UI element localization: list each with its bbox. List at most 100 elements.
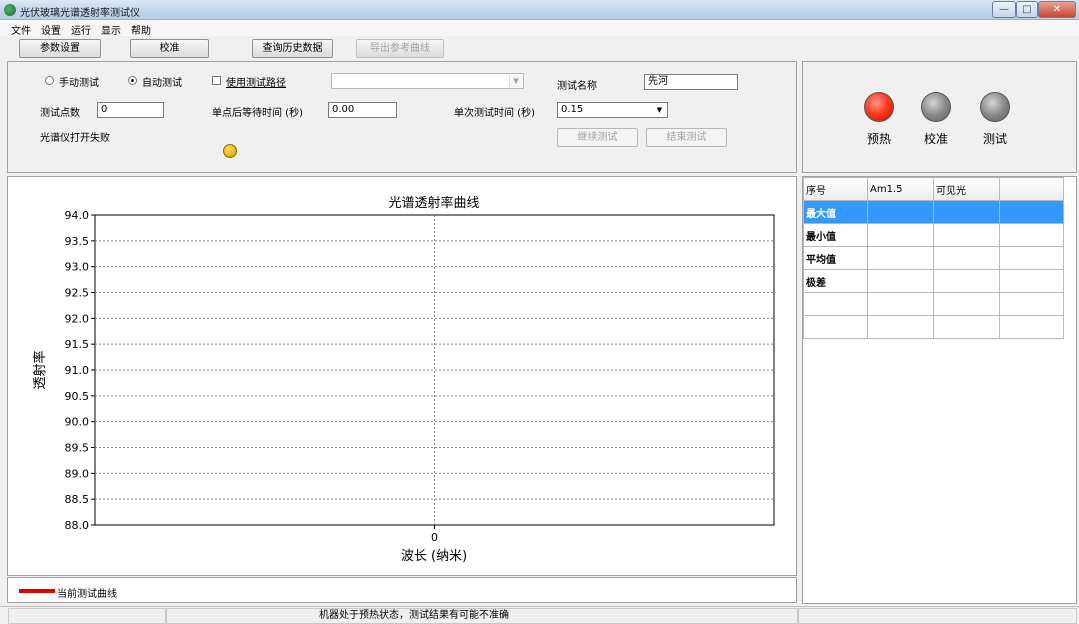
status-message-text: 机器处于预热状态，测试结果有可能不准确 [319,610,509,621]
x-axis-label: 波长 (纳米) [401,549,467,564]
end-test-button[interactable]: 结束测试 [646,128,727,147]
minimize-button[interactable]: — [992,1,1016,18]
table-cell [867,315,934,339]
points-input[interactable]: 0 [97,102,164,118]
menu-bar: 文件 设置 运行 显示 帮助 [0,20,1079,37]
chevron-down-icon: ▼ [509,75,522,87]
status-segment-left [8,608,166,624]
use-path-label: 使用测试路径 [226,78,286,89]
chart-panel: 94.0 93.5 93.0 92.5 92.0 91.5 91.0 90.5 90.0 89.5… [7,176,797,576]
menu-file[interactable]: 文件 [11,22,31,37]
status-lamp-panel: 预热 校准 测试 [802,61,1077,173]
column-header[interactable]: 序号 [803,177,868,201]
spectrometer-status-text: 光谱仪打开失败 [40,133,110,144]
statistics-table-panel: 序号 Am1.5 可见光 最大值 最小值 平均值 极差 [802,176,1077,604]
use-path-checkbox[interactable] [212,76,221,85]
single-time-select[interactable]: 0.15 ▼ [557,102,668,118]
table-cell [803,292,868,316]
y-tick-label: 93.0 [65,261,90,274]
table-cell [999,200,1064,224]
table-cell: 极差 [803,269,868,293]
maximize-button[interactable]: □ [1016,1,1038,18]
control-panel: 手动测试 自动测试 使用测试路径 ▼ 测试名称 先河 测试点数 0 单点后等待时… [7,61,797,173]
menu-settings[interactable]: 设置 [41,22,61,37]
status-message: 机器处于预热状态，测试结果有可能不准确 [166,608,798,624]
calibrate-label: 校准 [924,132,949,146]
export-curve-button[interactable]: 导出参考曲线 [356,39,444,58]
preheat-lamp-icon [864,92,894,122]
table-cell [867,292,934,316]
y-tick-label: 90.0 [65,416,90,429]
table-cell [999,292,1064,316]
table-cell [933,315,1000,339]
table-cell [999,315,1064,339]
table-row[interactable]: 平均值 [803,246,1064,270]
y-tick-label: 91.5 [65,338,90,351]
menu-display[interactable]: 显示 [101,22,121,37]
wait-time-input[interactable]: 0.00 [328,102,397,118]
statistics-table: 序号 Am1.5 可见光 最大值 最小值 平均值 极差 [803,177,1064,339]
preheat-label: 预热 [867,132,892,146]
y-tick-label: 93.5 [65,235,90,248]
test-name-label: 测试名称 [557,81,597,92]
single-time-label: 单次测试时间 (秒) [454,108,535,119]
legend-swatch [19,589,55,593]
status-indicator-light [223,144,237,158]
auto-test-radio[interactable] [128,76,137,85]
chevron-down-icon: ▼ [656,106,663,114]
auto-test-label: 自动测试 [142,78,182,89]
y-tick-label: 88.0 [65,519,90,532]
params-button[interactable]: 参数设置 [19,39,101,58]
table-cell [803,315,868,339]
y-tick-label: 92.5 [65,287,90,300]
test-lamp-icon [980,92,1010,122]
continue-test-button[interactable]: 继续测试 [557,128,638,147]
status-segment-right [798,608,1077,624]
y-tick-label: 91.0 [65,364,90,377]
table-cell [999,269,1064,293]
window-title: 光伏玻璃光谱透射率测试仪 [20,8,140,19]
transmittance-chart: 94.0 93.5 93.0 92.5 92.0 91.5 91.0 90.5 90.0 89.5… [32,195,775,564]
table-cell [999,246,1064,270]
table-row[interactable]: 极差 [803,269,1064,293]
status-bar: 机器处于预热状态，测试结果有可能不准确 [0,606,1079,624]
menu-help[interactable]: 帮助 [131,22,151,37]
y-tick-label: 92.0 [65,312,90,325]
table-cell [999,223,1064,247]
table-cell [933,200,1000,224]
table-cell [933,246,1000,270]
calibrate-lamp-icon [921,92,951,122]
points-label: 测试点数 [40,108,80,119]
column-header[interactable] [999,177,1064,201]
table-row[interactable]: 最小值 [803,223,1064,247]
close-button[interactable]: ✕ [1038,1,1076,18]
table-header-row: 序号 Am1.5 可见光 [803,177,1064,201]
table-cell [867,223,934,247]
table-row[interactable] [803,315,1064,339]
legend-bar: 当前测试曲线 [7,577,797,603]
column-header[interactable]: Am1.5 [867,177,934,201]
table-cell [933,292,1000,316]
wait-time-label: 单点后等待时间 (秒) [212,108,303,119]
app-icon [4,4,16,16]
table-row[interactable]: 最大值 [803,200,1064,224]
table-cell [933,223,1000,247]
history-button[interactable]: 查询历史数据 [252,39,333,58]
manual-test-radio[interactable] [45,76,54,85]
test-label: 测试 [983,132,1008,146]
menu-run[interactable]: 运行 [71,22,91,37]
y-axis-label: 透射率 [32,350,48,389]
calibrate-button[interactable]: 校准 [130,39,209,58]
test-name-input[interactable]: 先河 [644,74,738,90]
table-row[interactable] [803,292,1064,316]
chart-title: 光谱透射率曲线 [388,195,479,211]
manual-test-label: 手动测试 [59,78,99,89]
column-header[interactable]: 可见光 [933,177,1000,201]
table-cell: 平均值 [803,246,868,270]
table-cell [933,269,1000,293]
test-path-select[interactable]: ▼ [331,73,524,89]
toolbar: 参数设置 校准 查询历史数据 导出参考曲线 [0,36,1079,60]
y-tick-label: 88.5 [65,493,90,506]
table-cell: 最小值 [803,223,868,247]
y-tick-label: 90.5 [65,390,90,403]
